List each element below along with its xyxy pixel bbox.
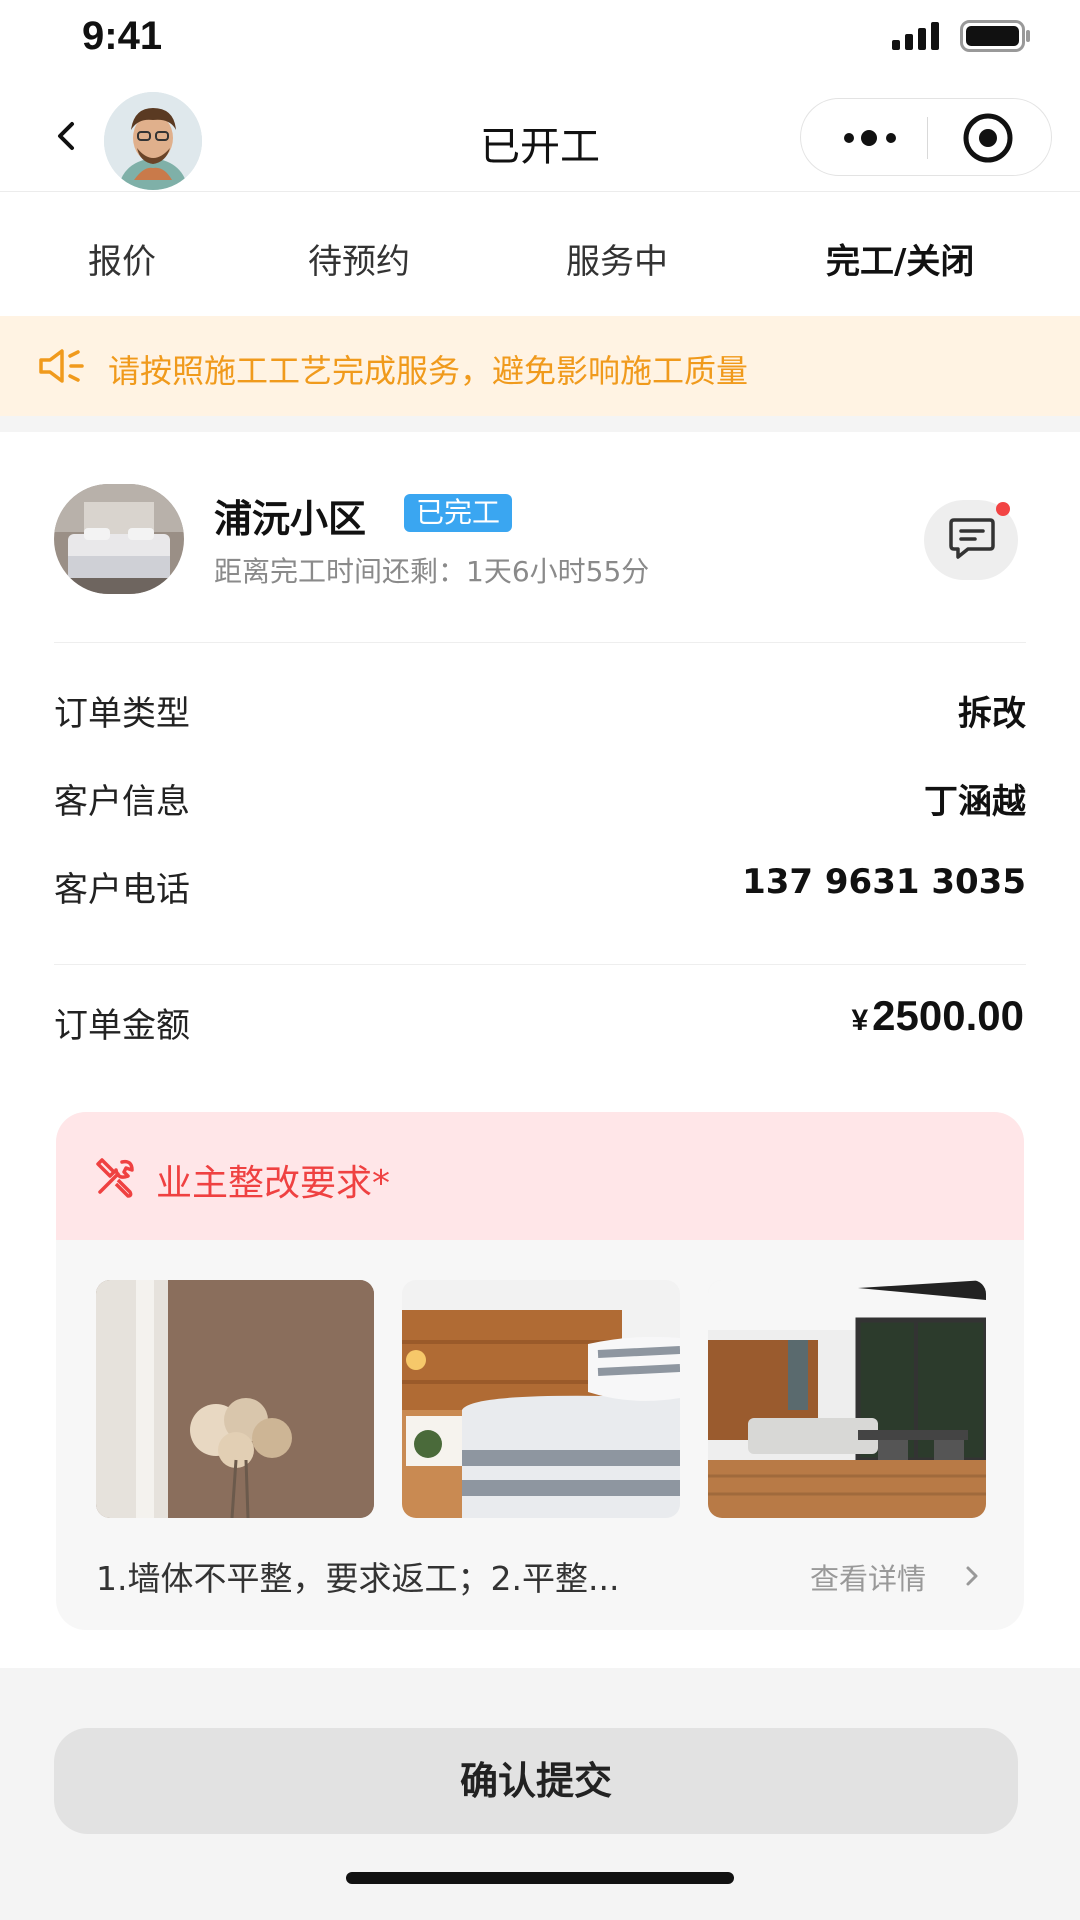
phone-number[interactable]: 137 9631 3035	[742, 862, 1026, 902]
info-row-customer: 客户信息 丁涵越	[54, 774, 1026, 824]
chevron-right-icon[interactable]	[964, 1564, 980, 1588]
target-close-icon[interactable]	[961, 111, 1015, 165]
info-label: 订单类型	[54, 694, 190, 734]
home-indicator	[346, 1872, 734, 1884]
info-label: 客户电话	[54, 870, 190, 910]
info-label: 客户信息	[54, 782, 190, 822]
more-dots-icon[interactable]	[841, 124, 901, 152]
notification-dot	[996, 502, 1010, 516]
info-value: 丁涵越	[924, 782, 1026, 822]
tools-icon	[96, 1158, 134, 1198]
requirement-photo[interactable]	[402, 1280, 680, 1518]
requirement-photo[interactable]	[96, 1280, 374, 1518]
order-amount-row: 订单金额 ¥2500.00	[54, 992, 1026, 1058]
confirm-submit-button[interactable]: 确认提交	[54, 1728, 1018, 1834]
tab-in-service[interactable]: 服务中	[566, 234, 668, 283]
tab-completed-closed[interactable]: 完工/关闭	[826, 234, 974, 283]
notice-banner: 请按照施工工艺完成服务，避免影响施工质量	[0, 316, 1080, 416]
speaker-icon	[39, 349, 84, 383]
view-details-link[interactable]: 查看详情	[810, 1556, 926, 1598]
tab-bar: 报价 待预约 服务中 完工/关闭	[0, 192, 1080, 316]
tab-quote[interactable]: 报价	[88, 234, 156, 283]
status-badge: 已完工	[404, 494, 513, 532]
message-button[interactable]	[924, 500, 1018, 580]
message-icon	[949, 518, 995, 559]
status-bar: 9:41	[0, 0, 1080, 78]
tab-pending-appointment[interactable]: 待预约	[308, 234, 410, 283]
amount-number: 2500.00	[872, 992, 1024, 1039]
requirements-title: 业主整改要求*	[156, 1163, 391, 1204]
mini-program-capsule	[800, 98, 1052, 176]
divider	[54, 642, 1026, 643]
nav-bar: 已开工	[0, 78, 1080, 192]
info-value: 拆改	[958, 694, 1026, 734]
currency-symbol: ¥	[851, 1004, 869, 1037]
divider	[54, 964, 1026, 965]
battery-icon	[960, 20, 1030, 52]
project-thumbnail[interactable]	[54, 484, 184, 594]
countdown-text: 距离完工时间还剩：1天6小时55分	[214, 555, 650, 588]
signal-icon	[892, 22, 939, 50]
requirements-description: 1.墙体不平整，要求返工；2.平整...	[96, 1559, 620, 1598]
amount-value: ¥2500.00	[851, 992, 1024, 1040]
capsule-divider	[927, 117, 928, 159]
info-row-phone: 客户电话 137 9631 3035	[54, 862, 1026, 912]
status-time: 9:41	[82, 14, 163, 58]
amount-label: 订单金额	[54, 1006, 190, 1046]
rectification-requirements: 业主整改要求* 1.墙体不平整，要求返工；2.平整... 查看详情	[56, 1112, 1024, 1630]
order-card: 浦沅小区 已完工 距离完工时间还剩：1天6小时55分 订单类型 拆改 客户信息 …	[0, 432, 1080, 1668]
requirement-photo[interactable]	[708, 1280, 986, 1518]
requirements-header: 业主整改要求*	[56, 1112, 1024, 1240]
info-row-order-type: 订单类型 拆改	[54, 686, 1026, 736]
notice-text: 请按照施工工艺完成服务，避免影响施工质量	[108, 352, 749, 390]
project-name: 浦沅小区	[214, 497, 367, 541]
